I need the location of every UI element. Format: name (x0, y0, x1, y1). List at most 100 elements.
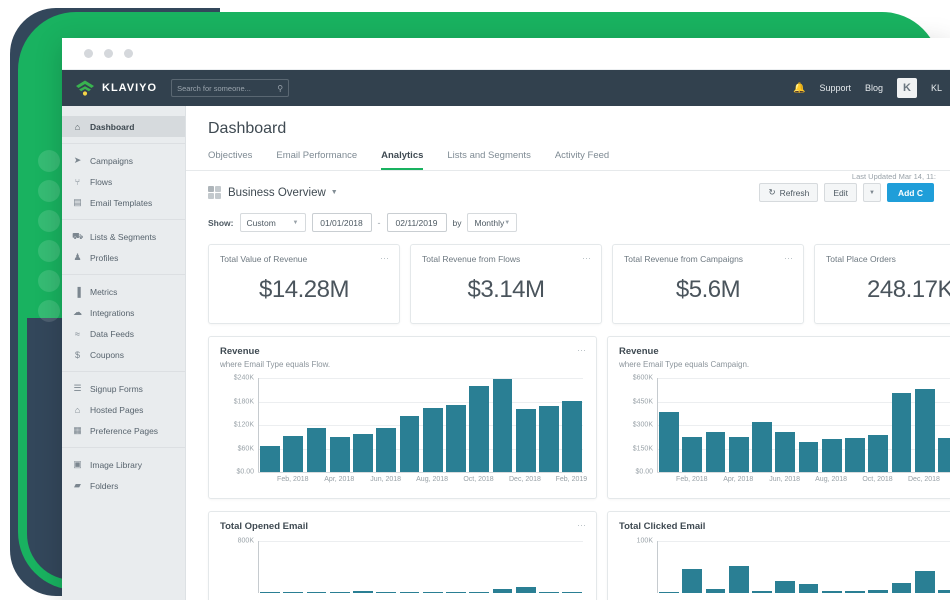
tab-email-performance[interactable]: Email Performance (276, 150, 357, 170)
klaviyo-logo[interactable]: KLAVIYO (74, 79, 157, 97)
search-box[interactable]: ⚲ (171, 79, 290, 97)
chart-bar[interactable] (329, 436, 350, 472)
chart-bar[interactable] (868, 434, 888, 472)
card-menu-icon[interactable]: ⋯ (582, 253, 592, 264)
chart-bar[interactable] (728, 436, 749, 472)
avatar[interactable]: K (896, 78, 917, 98)
chart-bar[interactable] (376, 428, 396, 472)
chart-bar[interactable] (821, 438, 842, 472)
chart-bar[interactable] (775, 432, 795, 472)
range-preset-select[interactable]: Custom ▼ (239, 213, 306, 232)
tab-analytics[interactable]: Analytics (381, 150, 424, 170)
date-start-input[interactable]: 01/01/2018 (311, 213, 372, 232)
chart-bar[interactable] (260, 592, 280, 593)
date-end-input[interactable]: 02/11/2019 (386, 213, 447, 232)
chart-bar[interactable] (353, 433, 373, 472)
chart-bar[interactable] (492, 378, 513, 472)
browser-dot-close[interactable] (84, 49, 93, 58)
chart-bar[interactable] (469, 592, 489, 593)
chart-bar[interactable] (260, 445, 280, 472)
overview-title[interactable]: Business Overview (228, 187, 326, 199)
sidebar-item-data-feeds[interactable]: ≈ Data Feeds (62, 323, 185, 344)
chart-bar[interactable] (283, 435, 303, 472)
account-name[interactable]: KL (931, 83, 942, 93)
tab-objectives[interactable]: Objectives (208, 150, 252, 170)
chart-bar[interactable] (446, 405, 466, 472)
browser-dot-maximize[interactable] (124, 49, 133, 58)
sidebar-item-profiles[interactable]: ♟ Profiles (62, 247, 185, 268)
chart-bar[interactable] (891, 582, 912, 593)
chart-bar[interactable] (562, 592, 582, 593)
chart-bar[interactable] (399, 592, 420, 593)
chart-bar[interactable] (868, 590, 888, 593)
card-menu-icon[interactable]: ⋯ (380, 253, 390, 264)
chart-bar[interactable] (562, 401, 582, 472)
sidebar-item-flows[interactable]: ⑂ Flows (62, 171, 185, 192)
chart-bar[interactable] (376, 592, 396, 593)
chart-bar[interactable] (752, 422, 772, 472)
chart-bar[interactable] (515, 587, 536, 593)
sidebar-item-campaigns[interactable]: ➤ Campaigns (62, 150, 185, 171)
chart-bar[interactable] (283, 592, 303, 593)
interval-select[interactable]: Monthly ▼ (467, 213, 518, 232)
chart-bar[interactable] (659, 591, 679, 593)
chart-bar[interactable] (469, 385, 489, 472)
chart-bar[interactable] (682, 436, 702, 472)
add-card-button[interactable]: Add C (886, 183, 934, 202)
chart-bar[interactable] (539, 406, 559, 472)
chevron-down-icon[interactable]: ▼ (331, 189, 338, 196)
chart-bar[interactable] (539, 592, 559, 593)
sidebar-item-signup-forms[interactable]: ☰ Signup Forms (62, 378, 185, 399)
chart-bar[interactable] (938, 438, 950, 472)
chart-bar[interactable] (422, 592, 443, 593)
chart-bar[interactable] (659, 412, 679, 472)
sidebar-item-email-templates[interactable]: ▤ Email Templates (62, 192, 185, 213)
sidebar-item-dashboard[interactable]: ⌂ Dashboard (62, 116, 185, 137)
sidebar-item-image-library[interactable]: ▣ Image Library (62, 454, 185, 475)
chart-bar[interactable] (798, 442, 819, 472)
chart-bar[interactable] (914, 571, 935, 593)
chart-bar[interactable] (775, 580, 795, 593)
chart-bar[interactable] (914, 388, 935, 472)
browser-dot-minimize[interactable] (104, 49, 113, 58)
chart-bar[interactable] (682, 569, 702, 593)
chart-bar[interactable] (515, 408, 536, 472)
chart-bar[interactable] (845, 590, 865, 593)
chart-bar[interactable] (422, 408, 443, 472)
chart-bar[interactable] (728, 565, 749, 593)
chart-bar[interactable] (306, 427, 327, 472)
chart-bar[interactable] (399, 416, 420, 472)
chart-bar[interactable] (705, 431, 726, 472)
sidebar-item-preference-pages[interactable]: ▦ Preference Pages (62, 420, 185, 441)
sidebar-item-folders[interactable]: ▰ Folders (62, 475, 185, 496)
refresh-button[interactable]: ↻ Refresh (759, 183, 819, 202)
chart-bar[interactable] (845, 438, 865, 472)
notification-bell-icon[interactable]: 🔔 (793, 83, 805, 94)
chart-bar[interactable] (306, 592, 327, 593)
edit-dropdown-button[interactable]: ▼ (863, 183, 881, 202)
chart-bar[interactable] (798, 583, 819, 593)
sidebar-item-integrations[interactable]: ☁ Integrations (62, 302, 185, 323)
chart-bar[interactable] (821, 591, 842, 593)
chart-bar[interactable] (891, 392, 912, 472)
edit-button[interactable]: Edit (824, 183, 858, 202)
card-menu-icon[interactable]: ⋯ (577, 520, 587, 531)
tab-activity-feed[interactable]: Activity Feed (555, 150, 609, 170)
sidebar-item-hosted-pages[interactable]: ⌂ Hosted Pages (62, 399, 185, 420)
blog-link[interactable]: Blog (865, 83, 883, 93)
chart-bar[interactable] (329, 592, 350, 593)
chart-bar[interactable] (446, 592, 466, 593)
card-menu-icon[interactable]: ⋯ (577, 345, 587, 356)
support-link[interactable]: Support (819, 83, 851, 93)
sidebar-item-lists-segments[interactable]: ⛟ Lists & Segments (62, 226, 185, 247)
chart-bar[interactable] (353, 591, 373, 593)
tab-lists-and-segments[interactable]: Lists and Segments (447, 150, 530, 170)
card-menu-icon[interactable]: ⋯ (784, 253, 794, 264)
chart-bar[interactable] (705, 588, 726, 593)
chart-bar[interactable] (752, 590, 772, 593)
chart-bar[interactable] (938, 589, 950, 593)
sidebar-item-coupons[interactable]: $ Coupons (62, 344, 185, 365)
sidebar-item-metrics[interactable]: ▐ Metrics (62, 281, 185, 302)
search-input[interactable] (177, 83, 278, 93)
chart-bar[interactable] (492, 589, 513, 593)
